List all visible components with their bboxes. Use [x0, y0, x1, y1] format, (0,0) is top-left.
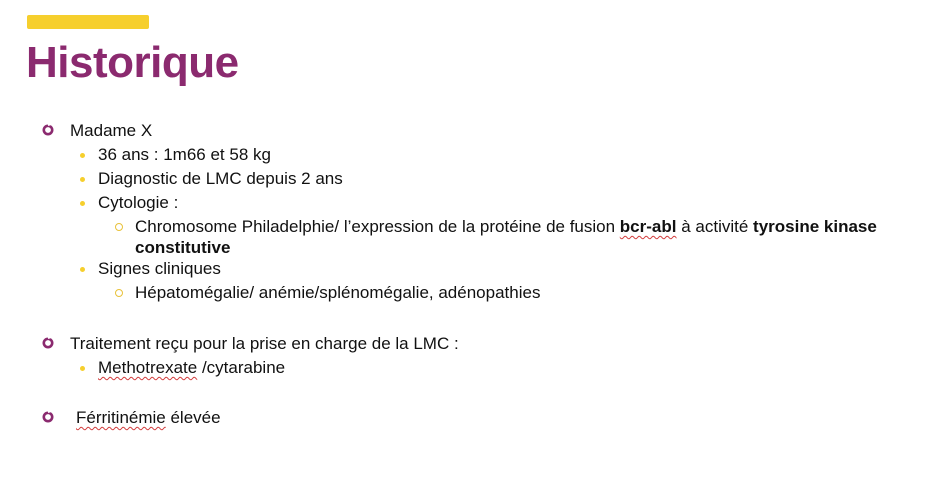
methotrexate-term: Methotrexate — [98, 358, 198, 377]
patient-label: Madame X — [70, 121, 153, 140]
cytology-detail-text-2: à activité — [676, 217, 754, 236]
dot-bullet-icon — [80, 267, 85, 272]
dot-bullet-icon — [80, 366, 85, 371]
dot-bullet-icon — [80, 201, 85, 206]
ring-bullet-icon — [42, 337, 54, 349]
cytology-label: Cytologie : — [98, 193, 179, 212]
age-weight-text: 36 ans : 1m66 et 58 kg — [98, 145, 271, 164]
circle-bullet-icon — [115, 223, 123, 231]
dot-bullet-icon — [80, 177, 85, 182]
clinical-signs-detail: Hépatomégalie/ anémie/splénomégalie, adé… — [135, 283, 541, 302]
treatment-drug-rest: /cytarabine — [197, 358, 286, 377]
diagnosis-text: Diagnostic de LMC depuis 2 ans — [98, 169, 343, 188]
dot-bullet-icon — [80, 153, 85, 158]
ring-bullet-icon — [42, 411, 54, 423]
clinical-signs-label: Signes cliniques — [98, 259, 221, 278]
ferritin-term: Férritinémie — [76, 408, 166, 427]
bcr-abl-term: bcr-abl — [619, 217, 677, 236]
cytology-detail: Chromosome Philadelphie/ l’expression de… — [135, 216, 925, 258]
circle-bullet-icon — [115, 289, 123, 297]
treatment-label: Traitement reçu pour la prise en charge … — [70, 334, 459, 353]
slide-content: Madame X 36 ans : 1m66 et 58 kg Diagnost… — [0, 0, 951, 487]
treatment-drug: Methotrexate /cytarabine — [98, 357, 285, 378]
ferritin-rest: élevée — [165, 408, 221, 427]
ring-bullet-icon — [42, 124, 54, 136]
ferritin-text: Férritinémie élevée — [76, 407, 221, 428]
cytology-detail-text-1: Chromosome Philadelphie/ l’expression de… — [135, 217, 620, 236]
